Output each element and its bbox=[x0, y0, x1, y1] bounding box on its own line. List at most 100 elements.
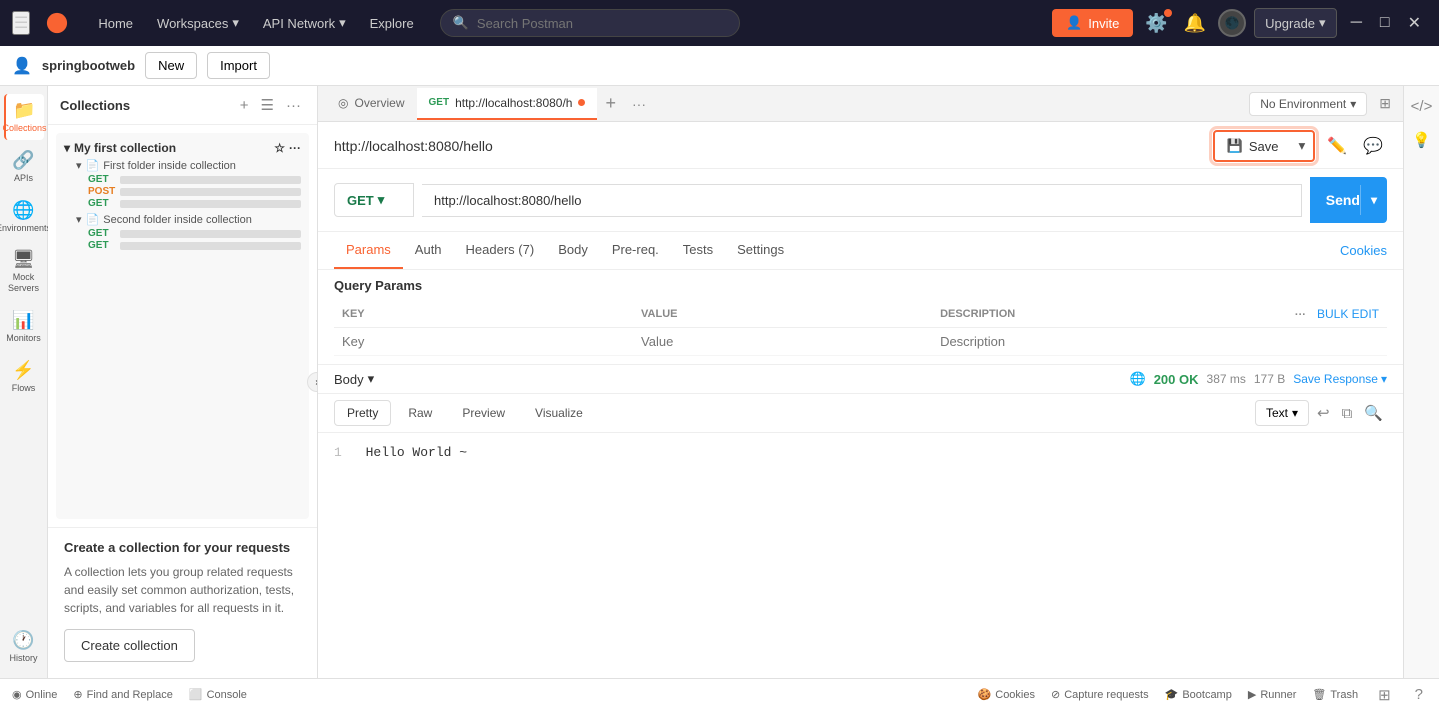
url-input[interactable] bbox=[422, 184, 1302, 217]
send-chevron-icon[interactable]: ▾ bbox=[1360, 185, 1387, 215]
tab-pre-req[interactable]: Pre-req. bbox=[600, 232, 671, 269]
tab-overview[interactable]: ◎ Overview bbox=[326, 88, 417, 120]
method-post-1: POST bbox=[88, 186, 116, 197]
avatar[interactable]: 🌑 bbox=[1218, 9, 1246, 37]
minimize-button[interactable]: ─ bbox=[1345, 11, 1368, 35]
collection-more-icon[interactable]: ··· bbox=[289, 141, 301, 155]
request-2[interactable]: POST bbox=[88, 186, 301, 197]
search-bar[interactable]: 🔍 bbox=[440, 9, 740, 37]
collection-star-icon[interactable]: ☆ bbox=[274, 141, 285, 155]
menu-icon[interactable]: ☰ bbox=[12, 11, 30, 35]
more-collections-button[interactable]: ··· bbox=[282, 94, 305, 116]
search-response-button[interactable]: 🔍 bbox=[1360, 400, 1387, 426]
resp-tab-preview[interactable]: Preview bbox=[449, 400, 518, 426]
value-input[interactable] bbox=[641, 334, 924, 349]
save-response-button[interactable]: Save Response ▾ bbox=[1293, 372, 1387, 386]
resp-tab-raw[interactable]: Raw bbox=[395, 400, 445, 426]
sidebar-item-collections[interactable]: 📁 Collections bbox=[4, 94, 44, 140]
send-button[interactable]: Send ▾ bbox=[1310, 177, 1387, 223]
statusbar-find-replace[interactable]: ⊕ Find and Replace bbox=[73, 688, 172, 701]
tab-headers[interactable]: Headers (7) bbox=[454, 232, 547, 269]
add-tab-button[interactable]: + bbox=[597, 91, 624, 116]
invite-button[interactable]: 👤 Invite bbox=[1052, 9, 1133, 37]
sidebar-item-mock-servers[interactable]: 🖥 Mock Servers bbox=[4, 243, 44, 300]
col-description-header: DESCRIPTION bbox=[932, 301, 1231, 328]
tab-body[interactable]: Body bbox=[546, 232, 600, 269]
bulk-edit-link[interactable]: Bulk Edit bbox=[1317, 307, 1379, 321]
workspaces-link[interactable]: Workspaces ▾ bbox=[147, 11, 249, 35]
method-get-2: GET bbox=[88, 198, 116, 209]
tab-request[interactable]: GET http://localhost:8080/h bbox=[417, 88, 598, 120]
add-collection-button[interactable]: + bbox=[236, 94, 253, 116]
sidebar-item-monitors[interactable]: 📊 Monitors bbox=[4, 304, 44, 350]
maximize-button[interactable]: □ bbox=[1374, 11, 1396, 35]
explore-link[interactable]: Explore bbox=[360, 11, 424, 35]
import-button[interactable]: Import bbox=[207, 52, 270, 79]
assistant-button[interactable]: 💡 bbox=[1408, 127, 1435, 153]
new-button[interactable]: New bbox=[145, 52, 197, 79]
comment-button[interactable]: 💬 bbox=[1359, 132, 1387, 160]
save-dropdown-button[interactable]: ▾ bbox=[1290, 132, 1313, 160]
sidebar-item-apis[interactable]: 🔗 APIs bbox=[4, 144, 44, 190]
topnav: ☰ Home Workspaces ▾ API Network ▾ Explor… bbox=[0, 0, 1439, 46]
statusbar-online[interactable]: ◉ Online bbox=[12, 688, 57, 701]
response-format-selector[interactable]: Text ▾ bbox=[1255, 400, 1309, 426]
grid-view-icon-button[interactable]: ⊞ bbox=[1375, 91, 1395, 116]
method-selector[interactable]: GET ▾ bbox=[334, 183, 414, 217]
request-5[interactable]: GET bbox=[88, 240, 301, 251]
close-button[interactable]: ✕ bbox=[1402, 11, 1427, 35]
create-collection-description: A collection lets you group related requ… bbox=[64, 563, 301, 617]
statusbar-bootcamp[interactable]: 🎓 Bootcamp bbox=[1165, 688, 1232, 701]
upgrade-button[interactable]: Upgrade ▾ bbox=[1254, 8, 1336, 38]
api-network-chevron-icon: ▾ bbox=[339, 15, 346, 31]
sidebar-item-environments[interactable]: 🌐 Environments bbox=[4, 194, 44, 240]
params-more-icon[interactable]: ··· bbox=[1295, 309, 1306, 321]
folder-1[interactable]: ▾ 📄 First folder inside collection bbox=[76, 159, 301, 172]
create-collection-button[interactable]: Create collection bbox=[64, 629, 195, 662]
statusbar-runner[interactable]: ▶ Runner bbox=[1248, 688, 1297, 701]
collection-name[interactable]: ▾ My first collection ☆ ··· bbox=[64, 141, 301, 155]
tab-auth[interactable]: Auth bbox=[403, 232, 454, 269]
more-tabs-button[interactable]: ··· bbox=[624, 94, 654, 114]
copy-response-button[interactable]: ⧉ bbox=[1338, 401, 1357, 426]
body-chevron-icon[interactable]: ▾ bbox=[368, 371, 375, 387]
response-body: 1 Hello World ~ bbox=[318, 433, 1403, 678]
cookies-link[interactable]: Cookies bbox=[1340, 233, 1387, 268]
request-3[interactable]: GET bbox=[88, 198, 301, 209]
filter-collections-button[interactable]: ☰ bbox=[257, 94, 278, 116]
search-input[interactable] bbox=[477, 16, 727, 31]
resp-tab-pretty[interactable]: Pretty bbox=[334, 400, 391, 426]
statusbar-help-button[interactable]: ? bbox=[1411, 682, 1427, 707]
tab-settings[interactable]: Settings bbox=[725, 232, 796, 269]
wraplines-icon-button[interactable]: ↩ bbox=[1313, 400, 1334, 426]
tab-tests[interactable]: Tests bbox=[671, 232, 725, 269]
statusbar-cookies[interactable]: 🍪 Cookies bbox=[978, 688, 1035, 701]
statusbar-capture-requests[interactable]: ⊘ Capture requests bbox=[1051, 688, 1149, 701]
resp-tab-visualize[interactable]: Visualize bbox=[522, 400, 596, 426]
api-network-link[interactable]: API Network ▾ bbox=[253, 11, 356, 35]
code-view-button[interactable]: </> bbox=[1407, 94, 1437, 119]
sidebar-item-history[interactable]: 🕐 History bbox=[4, 624, 44, 670]
tab-params[interactable]: Params bbox=[334, 232, 403, 269]
statusbar-console[interactable]: ⬜ Console bbox=[189, 688, 247, 701]
save-button[interactable]: 💾 Save bbox=[1215, 132, 1291, 160]
settings-icon-button[interactable]: ⚙️ bbox=[1141, 9, 1171, 38]
environment-selector[interactable]: No Environment ▾ bbox=[1249, 92, 1367, 116]
sidebar-item-flows[interactable]: ⚡ Flows bbox=[4, 354, 44, 400]
statusbar-trash[interactable]: 🗑 Trash bbox=[1312, 688, 1358, 701]
flows-icon: ⚡ bbox=[12, 360, 34, 381]
response-line-1: Hello World ~ bbox=[366, 445, 467, 460]
text-chevron-icon: ▾ bbox=[1292, 406, 1298, 420]
request-4[interactable]: GET bbox=[88, 228, 301, 239]
statusbar-grid-button[interactable]: ⊞ bbox=[1374, 682, 1395, 708]
notifications-icon-button[interactable]: 🔔 bbox=[1180, 9, 1210, 38]
line-number-1: 1 bbox=[334, 445, 342, 460]
edit-request-button[interactable]: ✏️ bbox=[1323, 132, 1351, 160]
request-1[interactable]: GET bbox=[88, 174, 301, 185]
description-input[interactable] bbox=[940, 334, 1223, 349]
key-input[interactable] bbox=[342, 334, 625, 349]
home-link[interactable]: Home bbox=[88, 11, 143, 35]
request-line-5 bbox=[120, 242, 301, 250]
request-url-display: http://localhost:8080/hello bbox=[334, 138, 1205, 154]
folder-2[interactable]: ▾ 📄 Second folder inside collection bbox=[76, 213, 301, 226]
